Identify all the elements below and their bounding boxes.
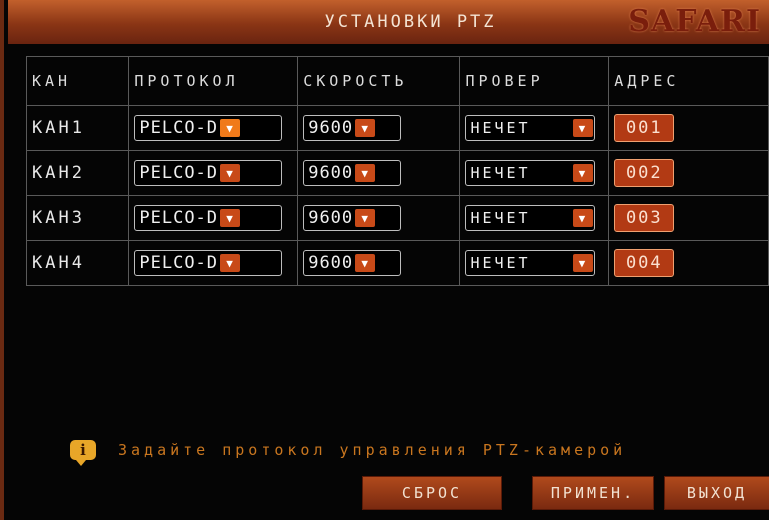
dropdown-arrow-icon[interactable]: ▼ xyxy=(220,209,241,227)
parity-select[interactable]: НЕЧЕТ ▼ xyxy=(465,160,596,186)
protocol-value: PELCO-D xyxy=(139,163,219,183)
channel-label: КАН4 xyxy=(25,240,130,286)
speed-select[interactable]: 9600 ▼ xyxy=(303,115,402,141)
apply-button[interactable]: ПРИМЕН. xyxy=(532,476,654,510)
parity-value: НЕЧЕТ xyxy=(470,209,531,227)
dropdown-arrow-icon[interactable]: ▼ xyxy=(573,164,594,182)
hint-bar: i Задайте протокол управления PTZ-камеро… xyxy=(70,440,627,466)
speed-select[interactable]: 9600 ▼ xyxy=(303,205,402,231)
address-field[interactable]: 001 xyxy=(614,114,675,142)
speed-value: 9600 xyxy=(308,118,354,138)
dropdown-arrow-icon[interactable]: ▼ xyxy=(355,209,376,227)
speed-select[interactable]: 9600 ▼ xyxy=(303,160,402,186)
protocol-select[interactable]: PELCO-D ▼ xyxy=(134,115,283,141)
address-field[interactable]: 002 xyxy=(614,159,675,187)
dropdown-arrow-icon[interactable]: ▼ xyxy=(573,209,594,227)
ptz-channel-table: КАН ПРОТОКОЛ СКОРОСТЬ ПРОВЕР АДРЕС КАН1 … xyxy=(25,56,769,286)
dropdown-arrow-icon[interactable]: ▼ xyxy=(220,254,241,272)
table-row: КАН4 PELCO-D ▼ 9600 ▼ НЕЧЕТ ▼ 004 xyxy=(25,240,769,286)
parity-select[interactable]: НЕЧЕТ ▼ xyxy=(465,205,596,231)
speed-value: 9600 xyxy=(308,208,354,228)
column-header-channel: КАН xyxy=(25,56,130,106)
table-row: КАН1 PELCO-D ▼ 9600 ▼ НЕЧЕТ ▼ 001 xyxy=(25,105,769,151)
address-field[interactable]: 003 xyxy=(614,204,675,232)
speed-value: 9600 xyxy=(308,253,354,273)
dropdown-arrow-icon[interactable]: ▼ xyxy=(220,164,241,182)
channel-label: КАН1 xyxy=(25,105,130,151)
brand-logo: SAFARI xyxy=(628,4,761,39)
table-header-row: КАН ПРОТОКОЛ СКОРОСТЬ ПРОВЕР АДРЕС xyxy=(25,56,769,106)
exit-button[interactable]: ВЫХОД xyxy=(664,476,769,510)
channel-label: КАН2 xyxy=(25,150,130,196)
speed-select[interactable]: 9600 ▼ xyxy=(303,250,402,276)
parity-select[interactable]: НЕЧЕТ ▼ xyxy=(465,115,596,141)
dropdown-arrow-icon[interactable]: ▼ xyxy=(220,119,241,137)
title-bar: УСТАНОВКИ PTZ SAFARI xyxy=(8,0,769,44)
parity-value: НЕЧЕТ xyxy=(470,119,531,137)
hint-text: Задайте протокол управления PTZ-камерой xyxy=(118,441,627,459)
protocol-value: PELCO-D xyxy=(139,253,219,273)
column-header-parity: ПРОВЕР xyxy=(459,56,610,106)
column-header-protocol: ПРОТОКОЛ xyxy=(128,56,299,106)
reset-button[interactable]: СБРОС xyxy=(362,476,502,510)
info-icon: i xyxy=(70,440,96,466)
parity-select[interactable]: НЕЧЕТ ▼ xyxy=(465,250,596,276)
parity-value: НЕЧЕТ xyxy=(470,254,531,272)
dropdown-arrow-icon[interactable]: ▼ xyxy=(573,254,594,272)
column-header-speed: СКОРОСТЬ xyxy=(297,56,461,106)
protocol-select[interactable]: PELCO-D ▼ xyxy=(134,250,283,276)
parity-value: НЕЧЕТ xyxy=(470,164,531,182)
speed-value: 9600 xyxy=(308,163,354,183)
protocol-select[interactable]: PELCO-D ▼ xyxy=(134,160,283,186)
table-row: КАН3 PELCO-D ▼ 9600 ▼ НЕЧЕТ ▼ 003 xyxy=(25,195,769,241)
channel-label: КАН3 xyxy=(25,195,130,241)
protocol-select[interactable]: PELCO-D ▼ xyxy=(134,205,283,231)
dropdown-arrow-icon[interactable]: ▼ xyxy=(355,119,376,137)
protocol-value: PELCO-D xyxy=(139,208,219,228)
column-header-address: АДРЕС xyxy=(608,56,769,106)
protocol-value: PELCO-D xyxy=(139,118,219,138)
window-title: УСТАНОВКИ PTZ xyxy=(324,12,497,32)
dropdown-arrow-icon[interactable]: ▼ xyxy=(355,164,376,182)
dropdown-arrow-icon[interactable]: ▼ xyxy=(573,119,594,137)
dropdown-arrow-icon[interactable]: ▼ xyxy=(355,254,376,272)
address-field[interactable]: 004 xyxy=(614,249,675,277)
table-row: КАН2 PELCO-D ▼ 9600 ▼ НЕЧЕТ ▼ 002 xyxy=(25,150,769,196)
ptz-settings-window: УСТАНОВКИ PTZ SAFARI КАН ПРОТОКОЛ СКОРОС… xyxy=(0,0,769,520)
